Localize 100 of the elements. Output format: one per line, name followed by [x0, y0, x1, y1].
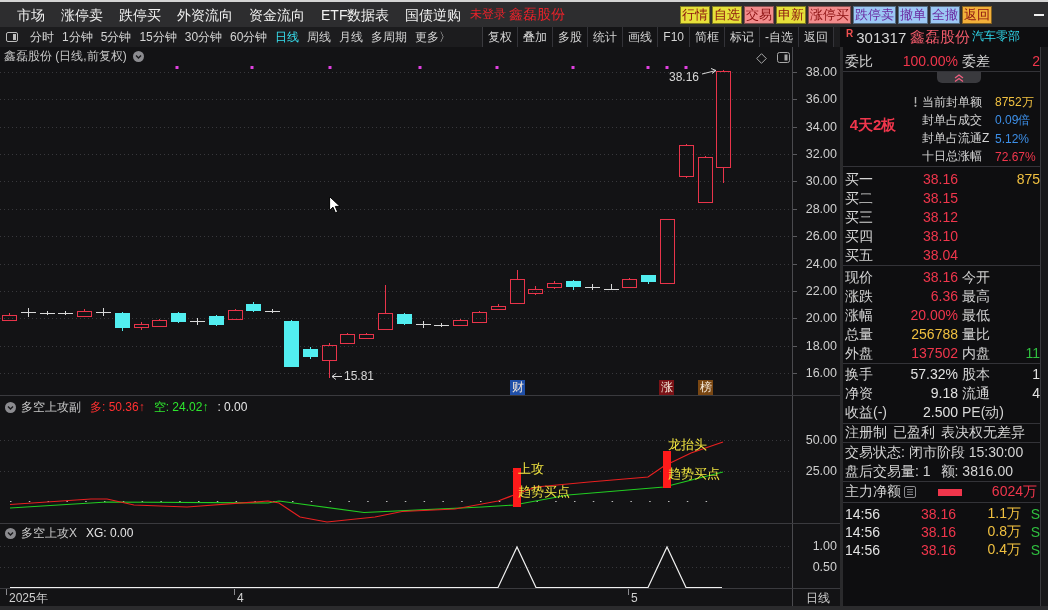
panel-toggle-icon[interactable]: [777, 52, 790, 63]
price-label: 38.16: [669, 71, 700, 84]
period-tab[interactable]: 30分钟: [180, 27, 227, 47]
quick-action-button[interactable]: 涨停买: [808, 5, 851, 24]
price-tick-label: 36.00: [804, 92, 837, 106]
quote-value: 2.500: [921, 403, 958, 422]
bid-price: 38.12: [921, 208, 958, 227]
panel-toggle-icon[interactable]: [6, 32, 18, 42]
quick-action-button[interactable]: 全撤: [930, 5, 960, 24]
period-tab[interactable]: 更多〉: [411, 27, 456, 47]
quick-action-button[interactable]: 自选: [712, 5, 742, 24]
menu-item[interactable]: 涨停卖: [53, 4, 111, 25]
candlestick: [228, 308, 243, 321]
indicator-readout: 空: 24.02↑: [153, 400, 209, 414]
quick-action-button[interactable]: 跌停卖: [853, 5, 896, 24]
collapse-icon[interactable]: [132, 51, 144, 62]
seal-value: 0.09倍: [995, 111, 1032, 129]
period-tab[interactable]: 周线: [303, 27, 336, 47]
candlestick: [20, 307, 37, 318]
diamond-icon[interactable]: [756, 53, 767, 64]
quote-label: 最低: [961, 306, 991, 325]
toolbar-button[interactable]: 统计: [588, 27, 624, 47]
quick-action-button[interactable]: 返回: [962, 5, 992, 24]
quote-label: 今开: [961, 268, 991, 287]
indicator-name: 多空上攻副: [21, 400, 81, 414]
period-tab[interactable]: 日线: [271, 27, 304, 47]
menu-item[interactable]: 市场: [9, 4, 53, 25]
quick-action-button[interactable]: 交易: [744, 5, 774, 24]
status-tag: 已盈利: [893, 424, 935, 442]
quick-action-button[interactable]: 申新: [776, 5, 806, 24]
candlestick: [303, 346, 318, 360]
quick-action-button[interactable]: 撤单: [898, 5, 928, 24]
candlestick: [547, 280, 562, 290]
minimize-icon[interactable]: [1034, 13, 1044, 16]
menu-item[interactable]: 国债逆购: [397, 4, 470, 25]
toolbar-button[interactable]: 简框: [690, 27, 725, 47]
quote-label: 外盘: [845, 344, 874, 363]
bid-price: 38.10: [921, 227, 958, 246]
date-label: 2025年: [9, 591, 48, 605]
quote-value: 6.36: [929, 287, 958, 306]
bid-price: 38.15: [921, 189, 958, 208]
seal-label: 十日总涨幅: [922, 148, 983, 166]
candlestick: [284, 319, 299, 368]
seal-label: 当前封单额: [922, 93, 983, 111]
period-tab[interactable]: 月线: [335, 27, 368, 47]
bid-label: 买一: [845, 170, 874, 189]
period-tab[interactable]: 分时: [26, 27, 58, 47]
scrollbar[interactable]: [1040, 47, 1048, 606]
quote-value: 256788: [910, 325, 958, 344]
chart-title: 鑫磊股份 (日线,前复权): [4, 49, 127, 64]
axis-tick-label: 1.00: [811, 539, 837, 553]
menu-item[interactable]: ETF数据表: [313, 4, 398, 25]
event-marker: 榜: [698, 380, 713, 395]
quote-value: 137502: [910, 344, 958, 363]
toolbar-button[interactable]: 标记: [725, 27, 760, 47]
period-tab[interactable]: 5分钟: [96, 27, 136, 47]
period-tab[interactable]: 多周期: [367, 27, 412, 47]
quote-label: 委差: [961, 52, 991, 71]
bid-price: 38.04: [921, 246, 958, 265]
collapse-icon[interactable]: [5, 527, 16, 539]
toolbar-button[interactable]: 多股: [553, 27, 589, 47]
toolbar-button[interactable]: 复权: [483, 27, 519, 47]
collapse-icon[interactable]: [5, 401, 16, 413]
bid-label: 买三: [845, 208, 874, 227]
price-tick-label: 18.00: [804, 339, 837, 353]
toolbar-button[interactable]: 返回: [799, 27, 834, 47]
quote-label: 换手: [845, 365, 874, 384]
quick-action-button[interactable]: 行情: [680, 5, 710, 24]
menu-item[interactable]: 资金流向: [241, 4, 313, 25]
menu-item[interactable]: 外资流向: [169, 4, 241, 25]
menu-item[interactable]: 跌停买: [111, 4, 169, 25]
seal-label: 封单占成交: [922, 111, 983, 129]
candlestick: [679, 143, 694, 179]
net-flow-label: 主力净额: [845, 483, 901, 501]
candlestick: [397, 312, 412, 326]
candlestick: [115, 311, 130, 332]
seal-value: 5.12%: [995, 131, 1031, 146]
toolbar-button[interactable]: 画线: [623, 27, 659, 47]
period-tab[interactable]: 60分钟: [226, 27, 272, 47]
bid-price: 38.16: [921, 170, 958, 189]
list-icon[interactable]: [904, 486, 916, 498]
price-tick-label: 38.00: [804, 65, 837, 79]
collapse-button[interactable]: [937, 72, 981, 83]
period-tab[interactable]: 15分钟: [135, 27, 181, 47]
axis-tick-label: 0.50: [811, 560, 837, 574]
candlestick: [698, 155, 713, 203]
date-label: 5: [631, 591, 638, 605]
candlestick: [2, 312, 17, 322]
toolbar-button[interactable]: -自选: [760, 27, 799, 47]
seal-label: 封单占流通Z: [922, 130, 991, 148]
candlestick: [189, 317, 206, 326]
toolbar-button[interactable]: F10: [658, 27, 690, 47]
tick-volume: 0.8万: [986, 523, 1021, 541]
pointer-cursor-icon: [329, 196, 341, 214]
tick-volume: 1.1万: [986, 505, 1021, 523]
leader-arrow: [331, 373, 343, 380]
period-tab[interactable]: 1分钟: [58, 27, 97, 47]
stock-name: 鑫磊股份: [509, 5, 566, 24]
candlestick: [209, 314, 224, 327]
toolbar-button[interactable]: 叠加: [518, 27, 554, 47]
